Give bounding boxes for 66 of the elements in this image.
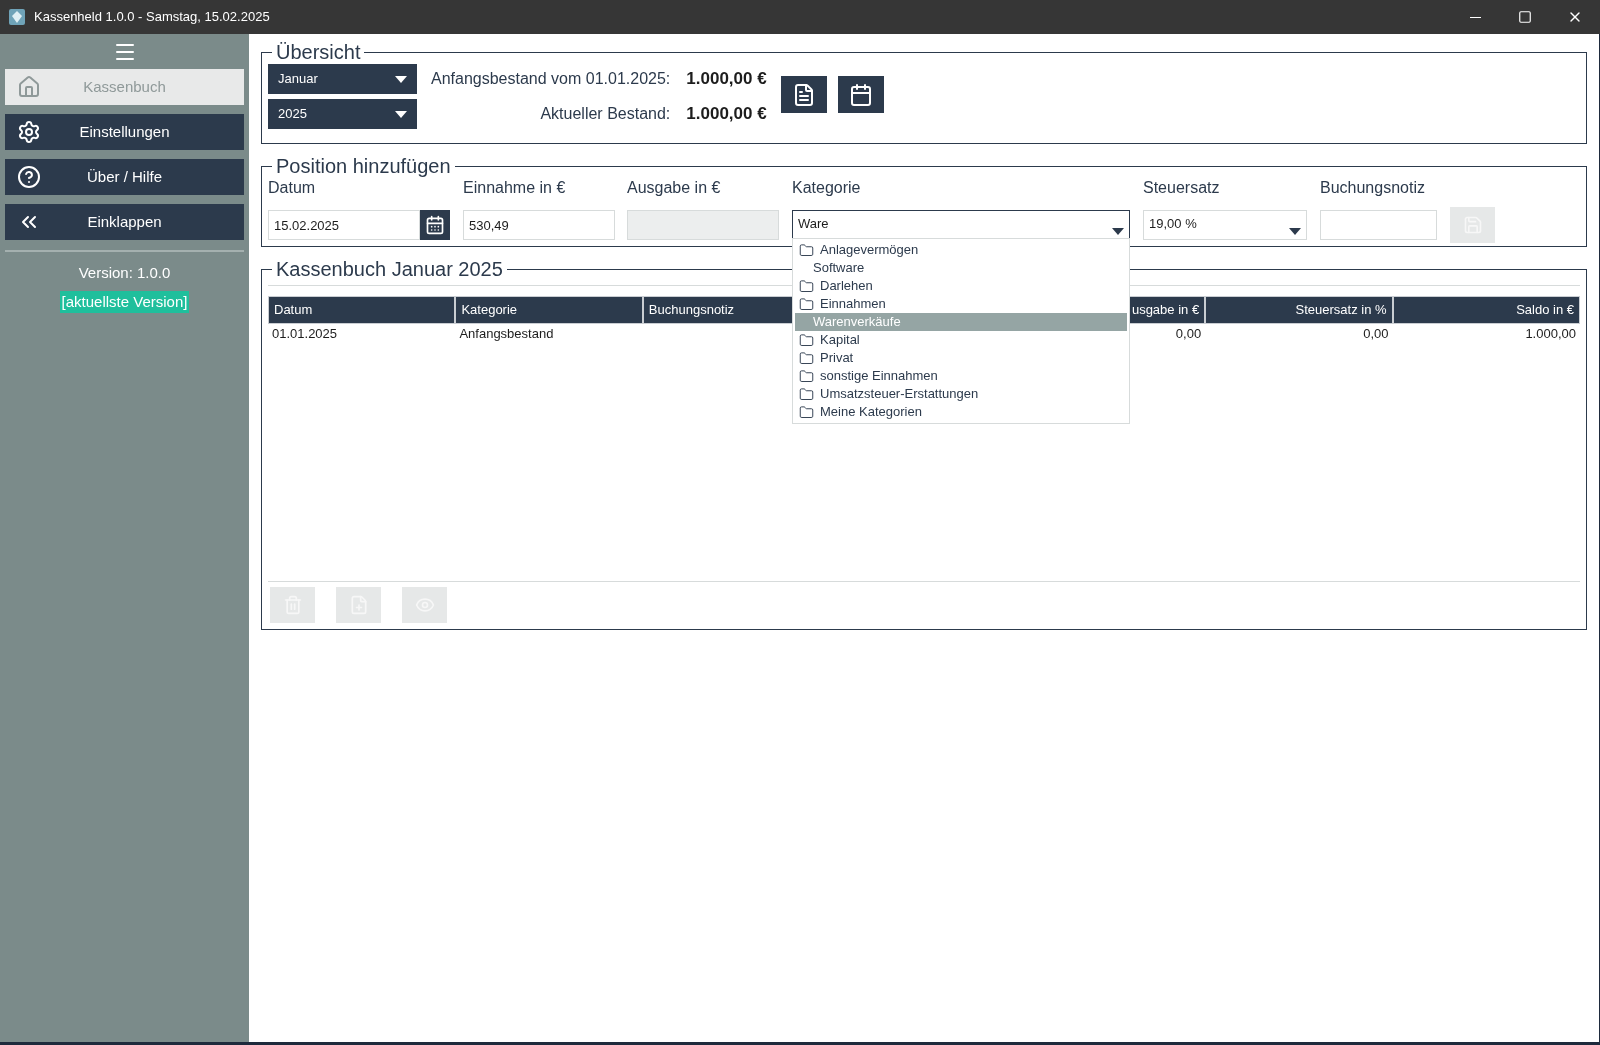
sidebar-item[interactable]: Einklappen — [5, 204, 244, 240]
folder-icon — [799, 386, 814, 402]
category-option[interactable]: Darlehen — [795, 277, 1127, 295]
report-button[interactable] — [780, 76, 827, 113]
field-label: Ausgabe in € — [627, 178, 722, 198]
folder-icon — [799, 332, 814, 348]
section-title: Position hinzufügen — [276, 155, 451, 177]
column-header[interactable]: Kategorie — [456, 297, 642, 323]
category-option[interactable]: Umsatzsteuer-Erstattungen — [795, 385, 1127, 403]
category-option[interactable]: Meine Kategorien — [795, 403, 1127, 421]
date-picker-button[interactable] — [420, 210, 450, 240]
category-option[interactable]: Privat — [795, 349, 1127, 367]
calendar-icon — [425, 215, 445, 235]
table-cell-text: 0,00 — [1362, 325, 1390, 344]
folder-icon — [799, 404, 814, 420]
category-option[interactable]: sonstige Einnahmen — [795, 367, 1127, 385]
caret-icon — [395, 75, 407, 83]
sidebar-item[interactable]: Über / Hilfe — [5, 159, 244, 195]
table-cell-text: 1.000,00 — [1524, 325, 1577, 344]
field-label: Datum — [268, 178, 317, 198]
note-field[interactable] — [1320, 210, 1437, 240]
current-balance-label: Aktueller Bestand: — [539, 104, 671, 124]
sidebar-item[interactable]: Einstellungen — [5, 114, 244, 150]
settings-icon — [17, 120, 41, 144]
category-option[interactable]: Kapital — [795, 331, 1127, 349]
tax-rate-dropdown[interactable]: 19,00 % — [1143, 210, 1307, 240]
date-field[interactable]: 15.02.2025 — [268, 210, 420, 240]
income-field[interactable]: 530,49 — [463, 210, 615, 240]
folder-icon — [799, 368, 814, 384]
maximize-icon — [1518, 10, 1532, 24]
field-label: Steuersatz — [1143, 178, 1221, 198]
version-text: Version: 1.0.0 — [78, 263, 171, 283]
opening-balance-label: Anfangsbestand vom 01.01.2025: — [431, 69, 671, 89]
calendar-button[interactable] — [837, 76, 884, 113]
category-option[interactable]: Software — [795, 259, 1127, 277]
app-logo-icon — [8, 8, 26, 26]
year-dropdown[interactable]: 2025 — [268, 99, 417, 129]
month-dropdown[interactable]: Januar — [268, 64, 417, 94]
window-title: Kassenheld 1.0.0 - Samstag, 15.02.2025 — [34, 8, 270, 27]
column-header[interactable]: Saldo in € — [1393, 297, 1579, 323]
calendar-icon — [848, 82, 873, 107]
folder-icon — [799, 278, 814, 294]
field-label: Buchungsnotiz — [1320, 178, 1426, 198]
category-option[interactable]: Anlagevermögen — [795, 241, 1127, 259]
column-header[interactable]: Steuersatz in % — [1206, 297, 1392, 323]
folder-icon — [799, 242, 814, 258]
column-header[interactable]: Datum — [269, 297, 455, 323]
table-cell-text: 0,00 — [1174, 325, 1203, 344]
field-label: Kategorie — [792, 178, 862, 198]
section-title: Kassenbuch Januar 2025 — [276, 258, 503, 280]
section-title: Übersicht — [276, 41, 361, 63]
current-balance-value: 1.000,00 € — [686, 103, 767, 126]
minimize-icon — [1469, 16, 1481, 18]
caret-icon — [1112, 228, 1124, 235]
folder-icon — [799, 350, 814, 366]
caret-icon — [1289, 228, 1301, 235]
caret-icon — [395, 110, 407, 118]
new-document-button[interactable] — [336, 587, 381, 623]
opening-balance-value: 1.000,00 € — [686, 68, 767, 91]
folder-icon — [799, 296, 814, 312]
table-cell-text: 01.01.2025 — [271, 325, 339, 344]
table-cell-text: Anfangsbestand — [458, 325, 555, 344]
home-icon — [17, 75, 41, 99]
field-label: Einnahme in € — [463, 178, 567, 198]
help-icon — [17, 165, 41, 189]
view-button[interactable] — [402, 587, 447, 623]
